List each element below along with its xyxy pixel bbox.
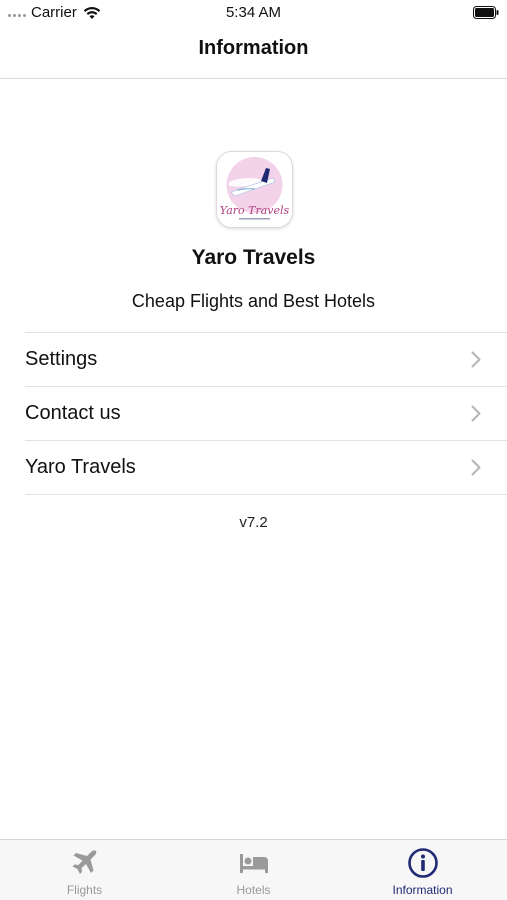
battery-icon [473,6,499,19]
menu-item-label: Yaro Travels [25,456,136,478]
tab-label: Information [392,883,453,897]
chevron-right-icon [471,459,481,476]
tab-label: Flights [66,883,103,897]
menu-item-yaro-travels[interactable]: Yaro Travels [25,440,507,495]
app-version: v7.2 [239,514,268,531]
tab-hotels[interactable]: Hotels [169,840,338,900]
information-screen: Carrier 5:34 AM Information Yaro Travels [0,0,507,900]
tab-information[interactable]: Information [338,840,507,900]
menu-item-contact-us[interactable]: Contact us [25,386,507,440]
info-icon [407,848,438,878]
menu-item-label: Contact us [25,402,121,424]
tab-flights[interactable]: Flights [0,840,169,900]
app-logo-text: Yaro Travels [220,204,290,217]
bed-icon [239,854,268,873]
menu-item-label: Settings [25,348,98,370]
chevron-right-icon [471,351,481,368]
tab-label: Hotels [236,883,271,897]
chevron-right-icon [471,405,481,422]
app-logo-image: Yaro Travels [217,152,292,227]
airplane-icon [72,850,96,874]
info-menu-list: Settings Contact us Yaro Travels [25,332,507,495]
app-logo: Yaro Travels [216,151,293,228]
app-tagline: Cheap Flights and Best Hotels [131,291,376,311]
navigation-bar: Information [0,26,507,79]
tab-bar: Flights Hotels Information [0,839,507,900]
status-bar: Carrier 5:34 AM [0,0,507,26]
menu-item-settings[interactable]: Settings [25,332,507,386]
page-title: Information [198,37,309,59]
status-time: 5:34 AM [225,4,282,21]
app-name: Yaro Travels [191,246,316,269]
